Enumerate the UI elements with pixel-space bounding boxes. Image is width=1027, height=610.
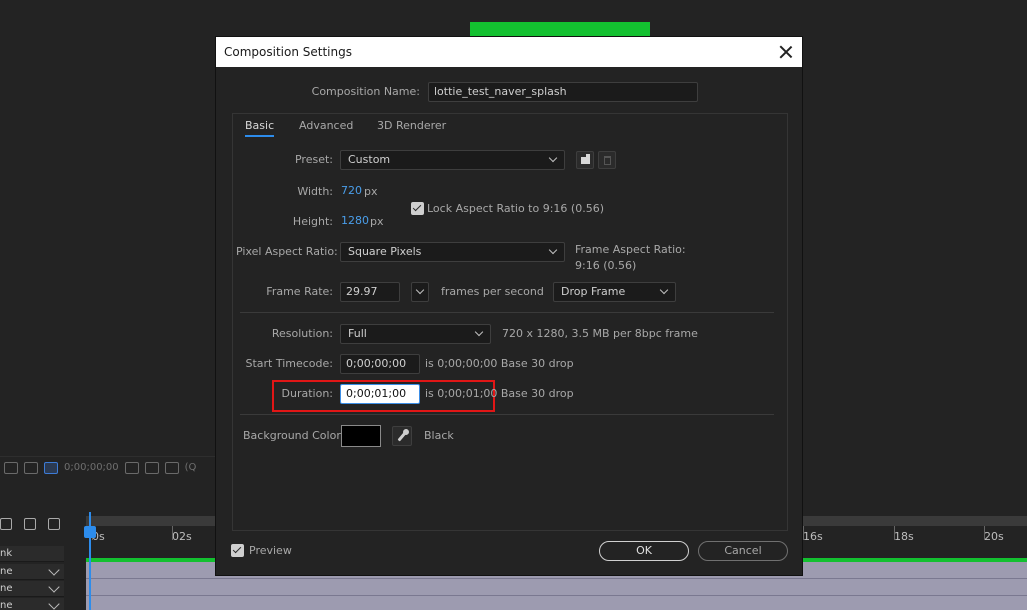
guides-icon[interactable] bbox=[24, 461, 38, 474]
dialog-titlebar: Composition Settings bbox=[216, 37, 802, 67]
preset-select[interactable]: Custom bbox=[340, 150, 565, 170]
height-unit: px bbox=[370, 215, 384, 228]
ruler-tick: 16s bbox=[803, 526, 823, 543]
width-value[interactable]: 720 bbox=[341, 184, 362, 197]
tab-advanced[interactable]: Advanced bbox=[299, 119, 353, 132]
resolution-value: Full bbox=[348, 327, 367, 340]
resolution-info: 720 x 1280, 3.5 MB per 8bpc frame bbox=[502, 327, 698, 340]
duration-input[interactable]: 0;00;01;00 bbox=[340, 384, 420, 404]
trash-icon bbox=[604, 156, 611, 165]
cancel-button[interactable]: Cancel bbox=[698, 541, 788, 561]
layer-name: nk bbox=[0, 548, 13, 559]
ok-button[interactable]: OK bbox=[599, 541, 689, 561]
track-divider bbox=[86, 578, 1027, 579]
viewer-toolbar: 0;00;00;00 (Q bbox=[0, 456, 215, 478]
resolution-label: Resolution: bbox=[271, 327, 333, 340]
duration-label: Duration: bbox=[281, 387, 333, 400]
duration-info: is 0;00;01;00 Base 30 drop bbox=[425, 387, 574, 400]
region-icon[interactable] bbox=[44, 461, 58, 474]
layer-row[interactable]: ne bbox=[0, 563, 64, 580]
comp-name-input[interactable]: lottie_test_naver_splash bbox=[428, 82, 698, 102]
dialog-title: Composition Settings bbox=[224, 45, 352, 59]
ruler-tick: 02s bbox=[172, 526, 192, 543]
width-unit: px bbox=[364, 185, 378, 198]
timeline-switches bbox=[0, 518, 60, 530]
close-icon[interactable] bbox=[778, 44, 794, 60]
delete-preset-button[interactable] bbox=[598, 151, 616, 169]
resolution-select[interactable]: Full bbox=[340, 324, 491, 344]
comp-name-label: Composition Name: bbox=[311, 85, 420, 98]
save-preset-icon bbox=[581, 154, 590, 164]
lock-aspect-checkbox[interactable] bbox=[411, 202, 424, 215]
preset-label: Preset: bbox=[294, 153, 333, 166]
chevron-down-icon bbox=[474, 327, 484, 337]
layer-row[interactable]: nk bbox=[0, 546, 64, 562]
motion-blur-icon[interactable] bbox=[24, 518, 36, 530]
section-divider bbox=[240, 312, 774, 313]
layer-row[interactable]: ne bbox=[0, 580, 64, 597]
start-timecode-label: Start Timecode: bbox=[245, 357, 333, 370]
composition-settings-dialog: Composition Settings Composition Name: l… bbox=[215, 36, 803, 576]
graph-editor-icon[interactable] bbox=[48, 518, 60, 530]
layer-name: ne bbox=[0, 583, 13, 594]
pixel-aspect-label: Pixel Aspect Ratio: bbox=[236, 245, 338, 258]
layer-row[interactable]: ne bbox=[0, 597, 64, 610]
pixel-aspect-select[interactable]: Square Pixels bbox=[340, 242, 565, 262]
save-preset-button[interactable] bbox=[576, 151, 594, 169]
drop-frame-value: Drop Frame bbox=[561, 285, 626, 298]
chevron-down-icon bbox=[548, 153, 558, 163]
height-value[interactable]: 1280 bbox=[341, 214, 369, 227]
pixel-aspect-value: Square Pixels bbox=[348, 245, 422, 258]
preset-value: Custom bbox=[348, 153, 391, 166]
chevron-down-icon[interactable] bbox=[48, 563, 60, 576]
preview-label: Preview bbox=[249, 544, 292, 557]
start-timecode-input[interactable]: 0;00;00;00 bbox=[340, 354, 420, 374]
section-divider bbox=[240, 414, 774, 415]
height-label: Height: bbox=[292, 215, 333, 228]
layer-list: nk ne ne ne bbox=[0, 512, 86, 610]
frame-aspect-label: Frame Aspect Ratio: bbox=[575, 243, 686, 256]
color-channels-icon[interactable] bbox=[164, 461, 179, 474]
layer-name: ne bbox=[0, 600, 13, 610]
chevron-down-icon[interactable] bbox=[48, 580, 60, 593]
track-divider bbox=[86, 595, 1027, 596]
chevron-down-icon bbox=[659, 285, 669, 295]
start-timecode-info: is 0;00;00;00 Base 30 drop bbox=[425, 357, 574, 370]
drop-frame-select[interactable]: Drop Frame bbox=[553, 282, 676, 302]
snapshot-icon[interactable] bbox=[144, 461, 159, 474]
width-label: Width: bbox=[297, 185, 333, 198]
settings-panel bbox=[232, 113, 788, 531]
ruler-tick: 18s bbox=[894, 526, 914, 543]
chevron-down-icon bbox=[415, 285, 425, 295]
eyedropper-icon[interactable] bbox=[392, 426, 412, 446]
lock-aspect-label: Lock Aspect Ratio to 9:16 (0.56) bbox=[427, 202, 604, 215]
tab-basic[interactable]: Basic bbox=[245, 119, 275, 137]
frame-aspect-value: 9:16 (0.56) bbox=[575, 259, 637, 272]
grid-icon[interactable] bbox=[4, 461, 18, 474]
frame-rate-label: Frame Rate: bbox=[266, 285, 333, 298]
background-color-name: Black bbox=[424, 429, 454, 442]
background-color-swatch[interactable] bbox=[341, 425, 381, 447]
layer-name: ne bbox=[0, 566, 13, 577]
ruler-tick: 20s bbox=[984, 526, 1004, 543]
composition-icon[interactable] bbox=[0, 518, 12, 530]
chevron-down-icon bbox=[548, 245, 558, 255]
preview-checkbox[interactable] bbox=[231, 544, 244, 557]
camera-icon[interactable] bbox=[124, 461, 139, 474]
frame-rate-input[interactable]: 29.97 bbox=[340, 282, 400, 302]
viewer-timecode: 0;00;00;00 bbox=[64, 462, 119, 473]
tab-3d-renderer[interactable]: 3D Renderer bbox=[377, 119, 446, 132]
frame-rate-preset-select[interactable] bbox=[411, 282, 429, 302]
composition-preview-bar bbox=[470, 22, 650, 36]
playhead-handle[interactable] bbox=[84, 526, 96, 538]
frame-rate-unit: frames per second bbox=[441, 285, 544, 298]
viewer-quality: (Q bbox=[184, 462, 197, 473]
chevron-down-icon[interactable] bbox=[48, 597, 60, 610]
background-color-label: Background Color: bbox=[243, 429, 345, 442]
